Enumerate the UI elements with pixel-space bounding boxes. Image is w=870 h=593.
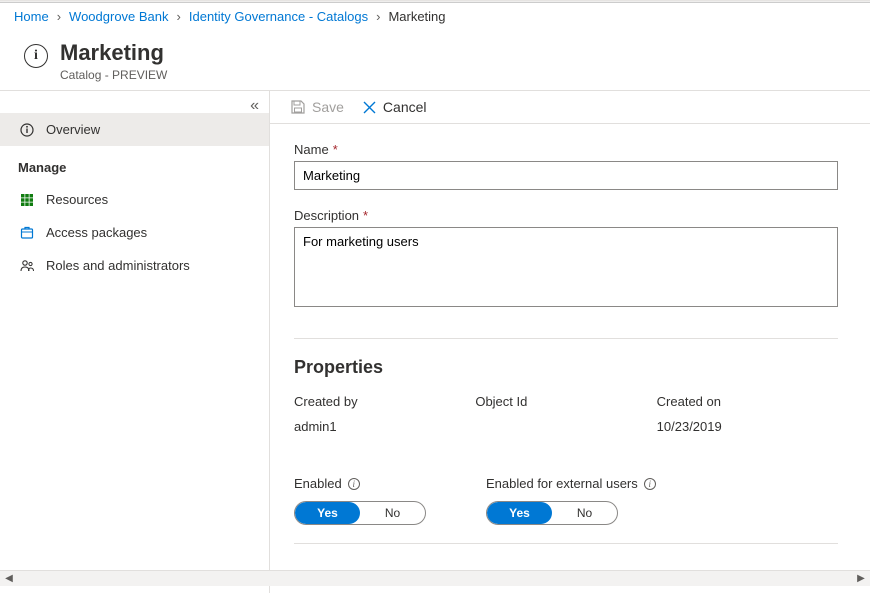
grid-icon [18, 193, 36, 207]
people-icon [18, 259, 36, 273]
page-subtitle: Catalog - PREVIEW [60, 68, 167, 82]
sidebar-item-overview[interactable]: Overview [0, 113, 269, 146]
scroll-left-arrow[interactable]: ◀ [2, 572, 16, 586]
toolbar: Save Cancel [270, 91, 870, 124]
description-input[interactable]: For marketing users [294, 227, 838, 307]
enabled-external-yes-option[interactable]: Yes [487, 502, 552, 524]
breadcrumb-org[interactable]: Woodgrove Bank [69, 9, 169, 24]
catalog-info-icon: i [24, 44, 48, 68]
info-icon[interactable]: i [644, 478, 656, 490]
sidebar-item-access-packages[interactable]: Access packages [0, 216, 269, 249]
info-icon[interactable]: i [348, 478, 360, 490]
breadcrumb-current: Marketing [388, 9, 445, 24]
created-on-label: Created on [657, 394, 838, 409]
sidebar-item-label: Access packages [46, 225, 147, 240]
cancel-button-label: Cancel [383, 99, 427, 115]
page-header: i Marketing Catalog - PREVIEW [0, 30, 870, 90]
enabled-external-toggle[interactable]: Yes No [486, 501, 618, 525]
breadcrumb-section[interactable]: Identity Governance - Catalogs [189, 9, 368, 24]
chevron-right-icon: › [177, 9, 181, 24]
breadcrumb: Home › Woodgrove Bank › Identity Governa… [0, 3, 870, 30]
properties-heading: Properties [294, 357, 846, 378]
enabled-toggle[interactable]: Yes No [294, 501, 426, 525]
name-label: Name* [294, 142, 846, 157]
required-indicator: * [363, 208, 368, 223]
info-icon [18, 123, 36, 137]
name-input[interactable] [294, 161, 838, 190]
sidebar-item-resources[interactable]: Resources [0, 183, 269, 216]
sidebar-item-label: Resources [46, 192, 108, 207]
sidebar: « Overview Manage Resources Access packa… [0, 91, 270, 593]
package-icon [18, 226, 36, 240]
enabled-yes-option[interactable]: Yes [295, 502, 360, 524]
sidebar-item-label: Roles and administrators [46, 258, 190, 273]
save-button-label: Save [312, 99, 344, 115]
created-by-label: Created by [294, 394, 475, 409]
scroll-right-arrow[interactable]: ▶ [854, 572, 868, 586]
cancel-button[interactable]: Cancel [362, 99, 427, 115]
enabled-no-option[interactable]: No [360, 502, 425, 524]
sidebar-item-roles-admins[interactable]: Roles and administrators [0, 249, 269, 282]
enabled-external-label: Enabled for external users i [486, 476, 656, 491]
horizontal-scrollbar[interactable]: ◀ ▶ [0, 570, 870, 586]
sidebar-heading-manage: Manage [0, 146, 269, 183]
required-indicator: * [333, 142, 338, 157]
created-by-value: admin1 [294, 419, 475, 434]
collapse-sidebar-button[interactable]: « [250, 97, 259, 115]
close-icon [362, 100, 377, 115]
chevron-right-icon: › [376, 9, 380, 24]
save-icon [290, 99, 306, 115]
enabled-label: Enabled i [294, 476, 426, 491]
description-label: Description* [294, 208, 846, 223]
sidebar-item-label: Overview [46, 122, 100, 137]
save-button[interactable]: Save [290, 99, 344, 115]
divider [294, 338, 838, 339]
created-on-value: 10/23/2019 [657, 419, 838, 434]
breadcrumb-home[interactable]: Home [14, 9, 49, 24]
divider [294, 543, 838, 544]
object-id-label: Object Id [475, 394, 656, 409]
main-panel: Save Cancel Name* Description* For ma [270, 91, 870, 593]
chevron-right-icon: › [57, 9, 61, 24]
page-title: Marketing [60, 40, 167, 66]
enabled-external-no-option[interactable]: No [552, 502, 617, 524]
